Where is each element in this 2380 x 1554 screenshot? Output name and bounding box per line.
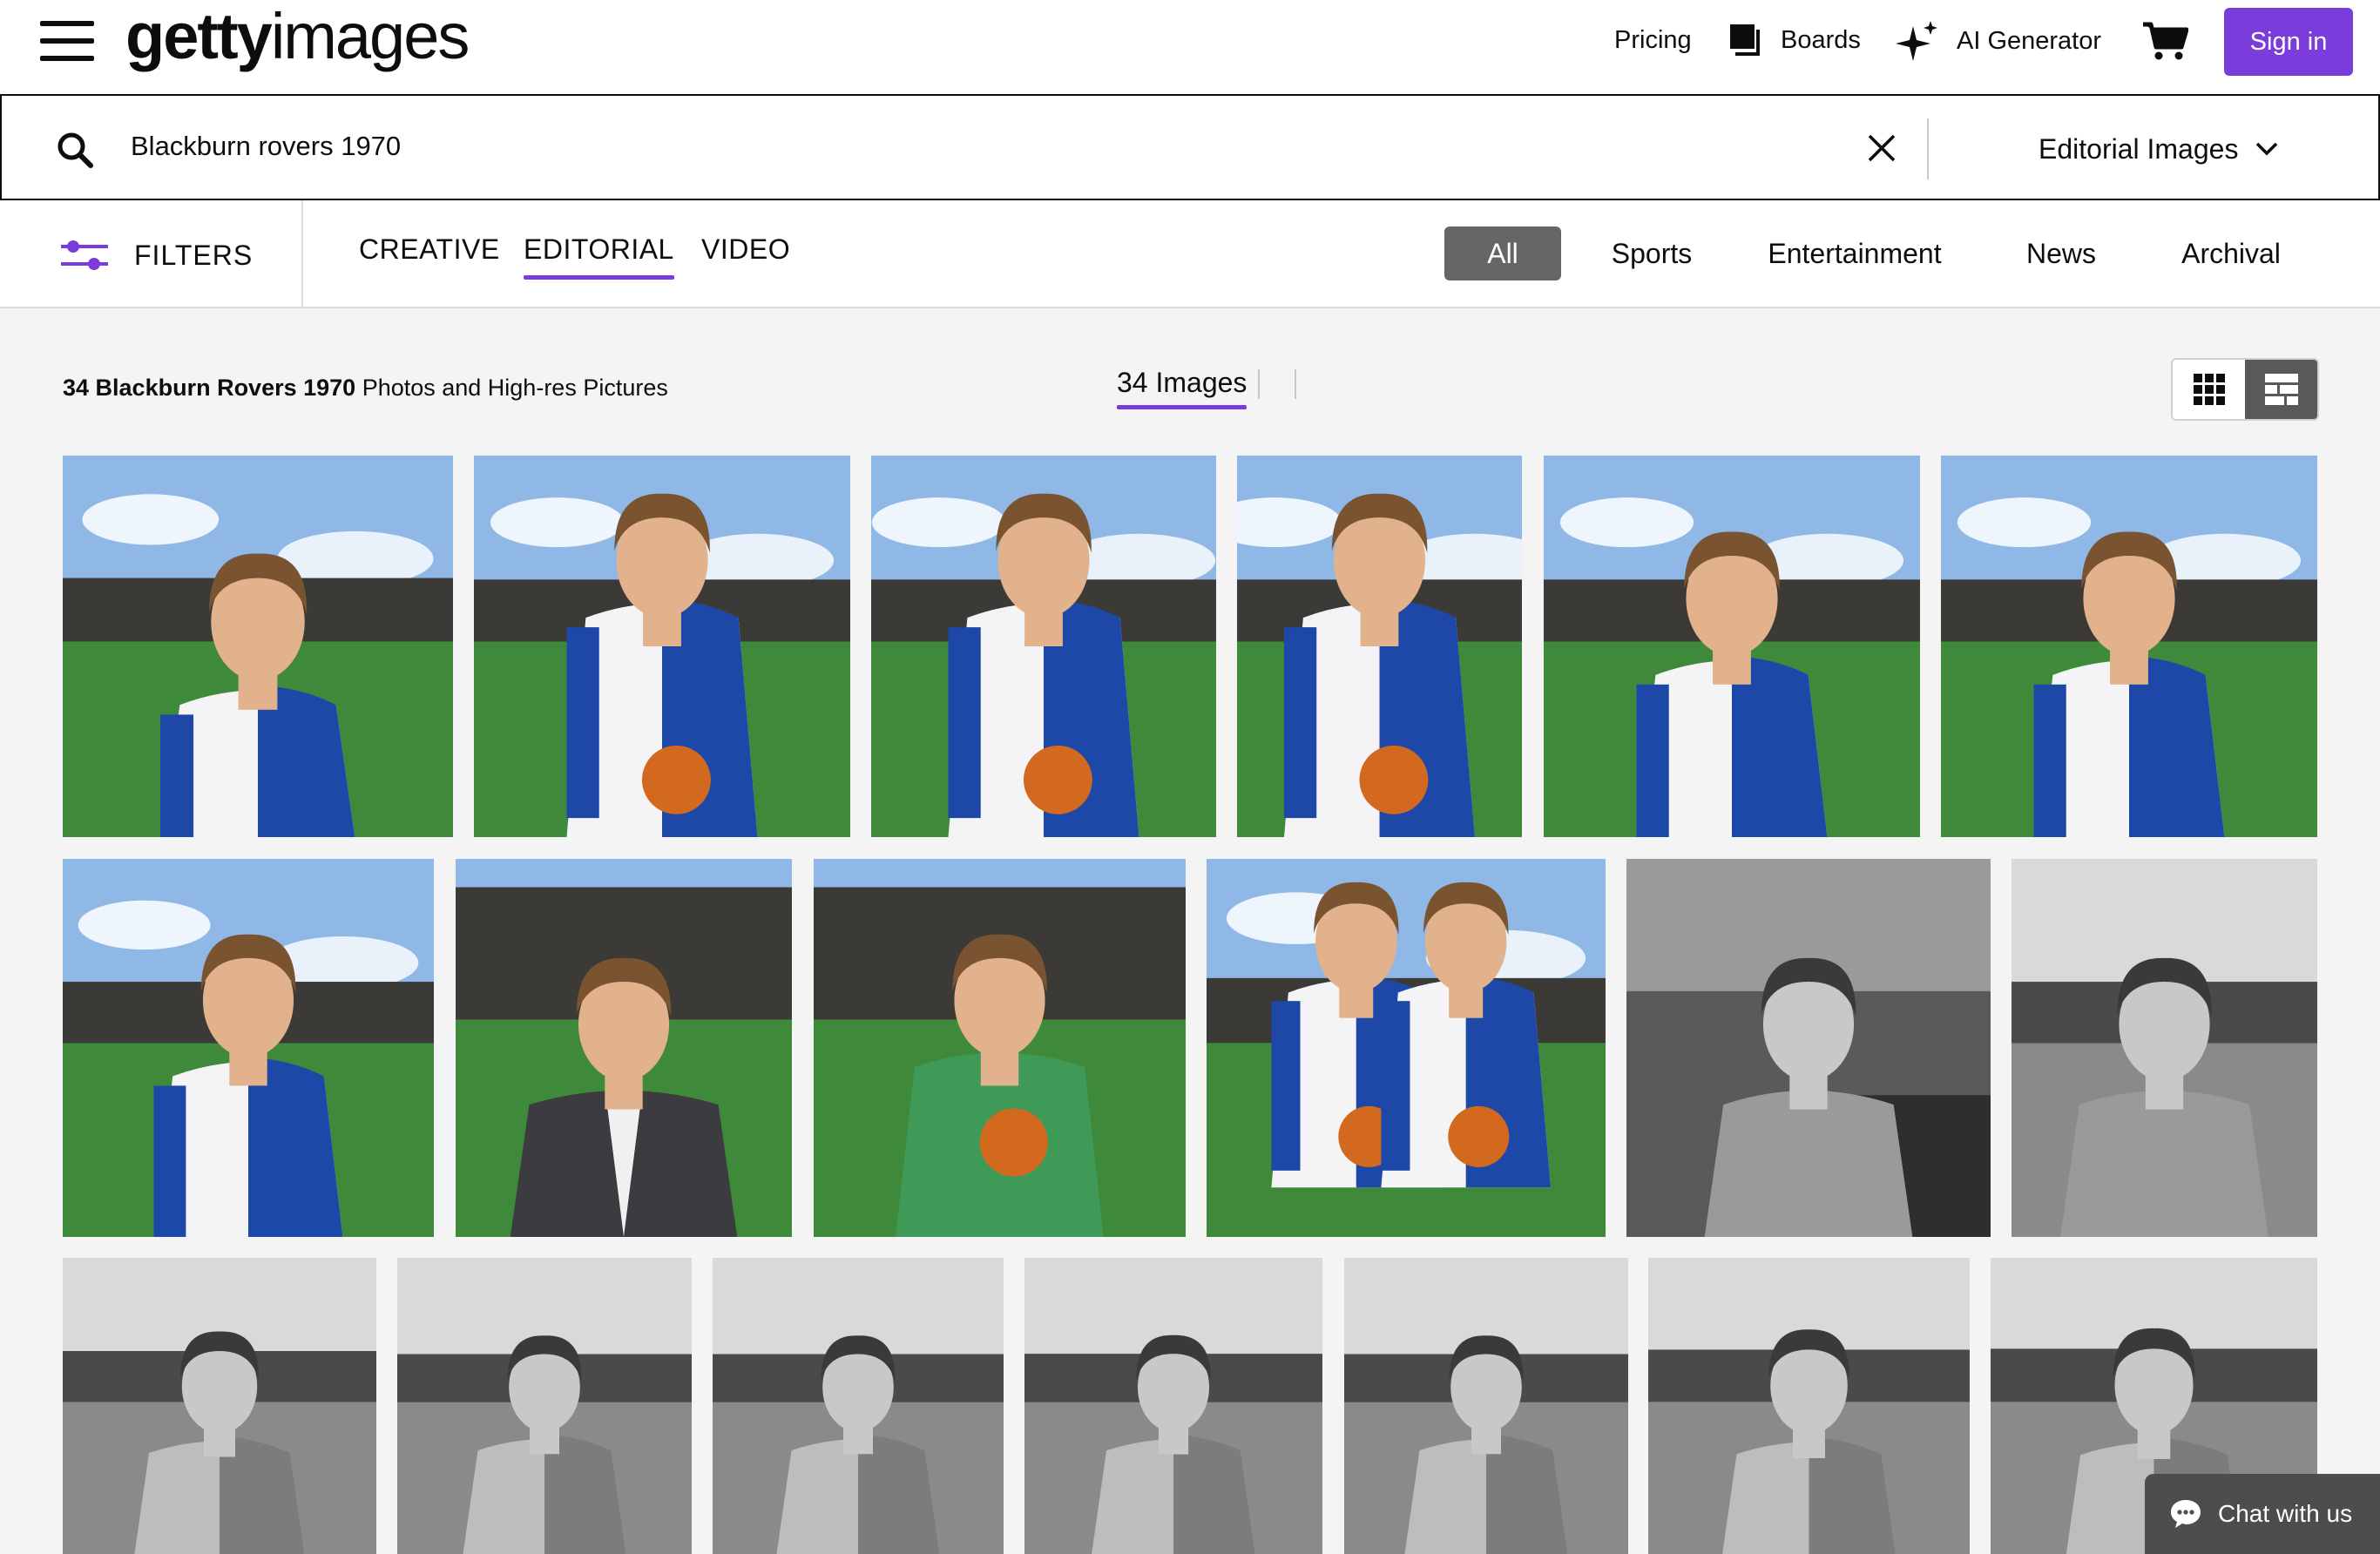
results-title-bold: 34 Blackburn Rovers 1970 bbox=[63, 375, 356, 401]
category-all[interactable]: All bbox=[1444, 226, 1561, 280]
chevron-down-icon bbox=[2256, 142, 2278, 156]
view-toggle bbox=[2171, 358, 2319, 421]
chat-with-us-button[interactable]: Chat with us bbox=[2145, 1474, 2380, 1554]
results-title: 34 Blackburn Rovers 1970 Photos and High… bbox=[63, 375, 668, 402]
image-tile[interactable] bbox=[63, 859, 434, 1237]
search-input[interactable] bbox=[131, 120, 1786, 172]
mosaic-icon bbox=[2264, 374, 2298, 405]
sliders-icon bbox=[61, 240, 108, 270]
photo-thumbnail bbox=[871, 456, 1216, 837]
photo-thumbnail bbox=[474, 456, 850, 837]
grid-view-button[interactable] bbox=[2173, 360, 2245, 419]
image-tile[interactable] bbox=[474, 456, 850, 837]
sparkle-icon bbox=[1896, 21, 1937, 61]
photo-thumbnail bbox=[814, 859, 1186, 1237]
category-entertainment[interactable]: Entertainment bbox=[1753, 226, 1957, 280]
images-count-tab[interactable]: 34 Images bbox=[1117, 367, 1247, 409]
tab-creative[interactable]: CREATIVE bbox=[359, 233, 500, 266]
nav-boards-label: Boards bbox=[1781, 25, 1861, 54]
category-sports[interactable]: Sports bbox=[1587, 226, 1716, 280]
nav-pricing[interactable]: Pricing bbox=[1614, 26, 1692, 55]
count-separator bbox=[1258, 369, 1260, 399]
count-separator bbox=[1295, 369, 1296, 399]
photo-thumbnail bbox=[1941, 456, 2317, 837]
photo-thumbnail bbox=[2012, 859, 2317, 1237]
tab-editorial[interactable]: EDITORIAL bbox=[524, 233, 674, 280]
photo-thumbnail bbox=[397, 1258, 692, 1554]
filters-label: FILTERS bbox=[134, 239, 254, 271]
image-tile[interactable] bbox=[1941, 456, 2317, 837]
photo-thumbnail bbox=[1626, 859, 1991, 1237]
photo-thumbnail bbox=[63, 456, 453, 837]
photo-thumbnail bbox=[1207, 859, 1606, 1237]
close-icon[interactable] bbox=[1866, 132, 1897, 164]
image-tile[interactable] bbox=[814, 859, 1186, 1237]
photo-thumbnail bbox=[1344, 1258, 1628, 1554]
tab-video[interactable]: VIDEO bbox=[701, 233, 790, 266]
nav-ai-generator[interactable]: AI Generator bbox=[1896, 19, 2101, 63]
top-header: gettyimages Pricing Boards AI Generator … bbox=[0, 0, 2380, 94]
image-tile[interactable] bbox=[871, 456, 1216, 837]
grid-icon bbox=[2193, 374, 2225, 405]
category-archival[interactable]: Archival bbox=[2167, 226, 2295, 280]
image-tile[interactable] bbox=[1544, 456, 1920, 837]
image-tile[interactable] bbox=[1344, 1258, 1628, 1554]
image-tile[interactable] bbox=[1207, 859, 1606, 1237]
photo-thumbnail bbox=[456, 859, 792, 1237]
photo-thumbnail bbox=[63, 859, 434, 1237]
image-tile[interactable] bbox=[397, 1258, 692, 1554]
image-tile[interactable] bbox=[456, 859, 792, 1237]
category-news[interactable]: News bbox=[2012, 226, 2110, 280]
image-tile[interactable] bbox=[713, 1258, 1004, 1554]
chat-bubble-icon bbox=[2171, 1500, 2201, 1528]
filters-divider bbox=[301, 200, 303, 308]
image-tile[interactable] bbox=[1237, 456, 1522, 837]
image-tile[interactable] bbox=[63, 1258, 376, 1554]
search-type-dropdown[interactable]: Editorial Images bbox=[2039, 127, 2278, 171]
search-divider bbox=[1927, 118, 1929, 179]
filters-button[interactable]: FILTERS bbox=[61, 233, 253, 277]
image-tile[interactable] bbox=[2012, 859, 2317, 1237]
search-bar: Editorial Images bbox=[0, 94, 2380, 200]
nav-boards[interactable]: Boards bbox=[1728, 23, 1861, 57]
photo-thumbnail bbox=[1544, 456, 1920, 837]
nav-ai-generator-label: AI Generator bbox=[1957, 26, 2102, 55]
menu-icon[interactable] bbox=[40, 21, 94, 61]
cart-icon[interactable] bbox=[2143, 21, 2189, 65]
photo-thumbnail bbox=[63, 1258, 376, 1554]
logo-light-text: images bbox=[270, 0, 470, 72]
photo-thumbnail bbox=[1024, 1258, 1322, 1554]
search-icon[interactable] bbox=[56, 131, 94, 169]
getty-images-logo[interactable]: gettyimages bbox=[125, 0, 470, 72]
logo-bold-text: getty bbox=[125, 0, 273, 72]
search-type-label: Editorial Images bbox=[2039, 132, 2239, 165]
photo-thumbnail bbox=[1648, 1258, 1970, 1554]
sign-in-button[interactable]: Sign in bbox=[2224, 8, 2353, 76]
chat-label: Chat with us bbox=[2218, 1500, 2353, 1527]
photo-thumbnail bbox=[1237, 456, 1522, 837]
image-tile[interactable] bbox=[1626, 859, 1991, 1237]
boards-icon bbox=[1730, 24, 1760, 56]
image-tile[interactable] bbox=[1024, 1258, 1322, 1554]
nav-pricing-label: Pricing bbox=[1614, 26, 1692, 54]
image-tile[interactable] bbox=[1648, 1258, 1970, 1554]
results-title-rest: Photos and High-res Pictures bbox=[355, 375, 668, 401]
mosaic-view-button[interactable] bbox=[2245, 360, 2317, 419]
photo-thumbnail bbox=[713, 1258, 1004, 1554]
filter-bar: FILTERS CREATIVE EDITORIAL VIDEO All Spo… bbox=[0, 200, 2380, 308]
image-tile[interactable] bbox=[63, 456, 453, 837]
